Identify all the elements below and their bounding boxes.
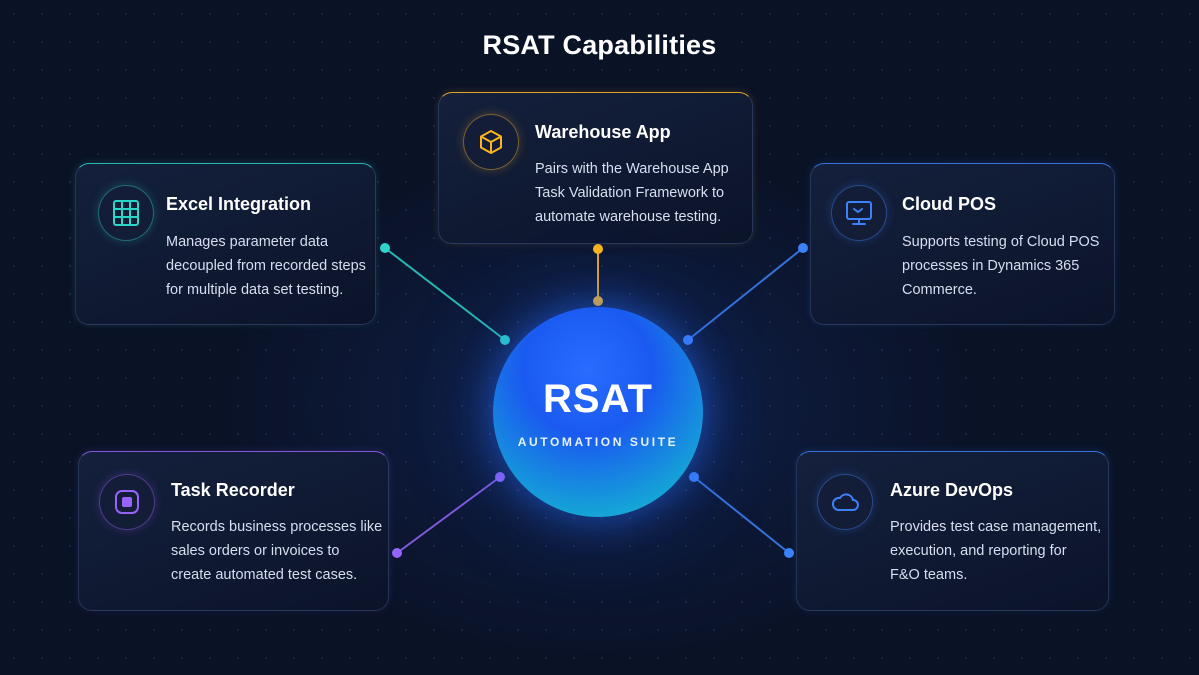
rsat-hub: RSAT AUTOMATION SUITE [493, 307, 703, 517]
card-task-recorder: Task Recorder Records business processes… [78, 451, 389, 611]
card-title: Warehouse App [535, 122, 671, 142]
cloud-icon [817, 474, 873, 530]
connector-dot [495, 472, 505, 482]
desc-line: automate warehouse testing. [535, 209, 722, 225]
desc-line: F&O teams. [890, 567, 968, 583]
desc-line: for multiple data set testing. [166, 282, 344, 298]
card-title: Cloud POS [902, 194, 996, 214]
connector-dot [593, 244, 603, 254]
connector-dot [798, 243, 808, 253]
connector-azure [693, 476, 790, 554]
card-title: Task Recorder [171, 480, 295, 500]
desc-line: create automated test cases. [171, 567, 358, 583]
card-azure-devops: Azure DevOps Provides test case manageme… [796, 451, 1109, 611]
connector-dot [593, 296, 603, 306]
card-title: Excel Integration [166, 194, 312, 214]
card-description: Records business processes like sales or… [171, 515, 382, 587]
desc-line: processes in Dynamics 365 [902, 258, 1080, 274]
connector-dot [380, 243, 390, 253]
card-cloud-pos: Cloud POS Supports testing of Cloud POS … [810, 163, 1115, 325]
connector-dot [689, 472, 699, 482]
desc-line: Supports testing of Cloud POS [902, 234, 1100, 250]
desc-line: decoupled from recorded steps [166, 258, 366, 274]
record-icon [99, 474, 155, 530]
card-warehouse-app: Warehouse App Pairs with the Warehouse A… [438, 92, 753, 244]
desc-line: Task Validation Framework to [535, 185, 725, 201]
card-title: Azure DevOps [890, 480, 1014, 500]
connector-cloud [687, 247, 804, 341]
card-description: Manages parameter data decoupled from re… [166, 230, 366, 302]
desc-line: sales orders or invoices to [171, 543, 340, 559]
card-excel-integration: Excel Integration Manages parameter data… [75, 163, 376, 325]
desc-line: execution, and reporting for [890, 543, 1067, 559]
desc-line: Records business processes like [171, 519, 383, 535]
grid-icon [98, 185, 154, 241]
card-description: Pairs with the Warehouse App Task Valida… [535, 157, 729, 229]
desc-line: Pairs with the Warehouse App [535, 161, 729, 177]
connector-dot [784, 548, 794, 558]
monitor-icon [831, 185, 887, 241]
card-description: Provides test case management, execution… [890, 515, 1101, 587]
connector-dot [500, 335, 510, 345]
desc-line: Manages parameter data [166, 234, 329, 250]
box-icon [463, 114, 519, 170]
hub-title: RSAT [543, 377, 653, 421]
card-description: Supports testing of Cloud POS processes … [902, 230, 1099, 302]
hub-subtitle: AUTOMATION SUITE [517, 435, 679, 449]
desc-line: Provides test case management, [890, 519, 1102, 535]
connector-task [396, 476, 501, 554]
connector-dot [392, 548, 402, 558]
connector-excel [384, 247, 506, 341]
desc-line: Commerce. [902, 282, 977, 298]
connector-dot [683, 335, 693, 345]
